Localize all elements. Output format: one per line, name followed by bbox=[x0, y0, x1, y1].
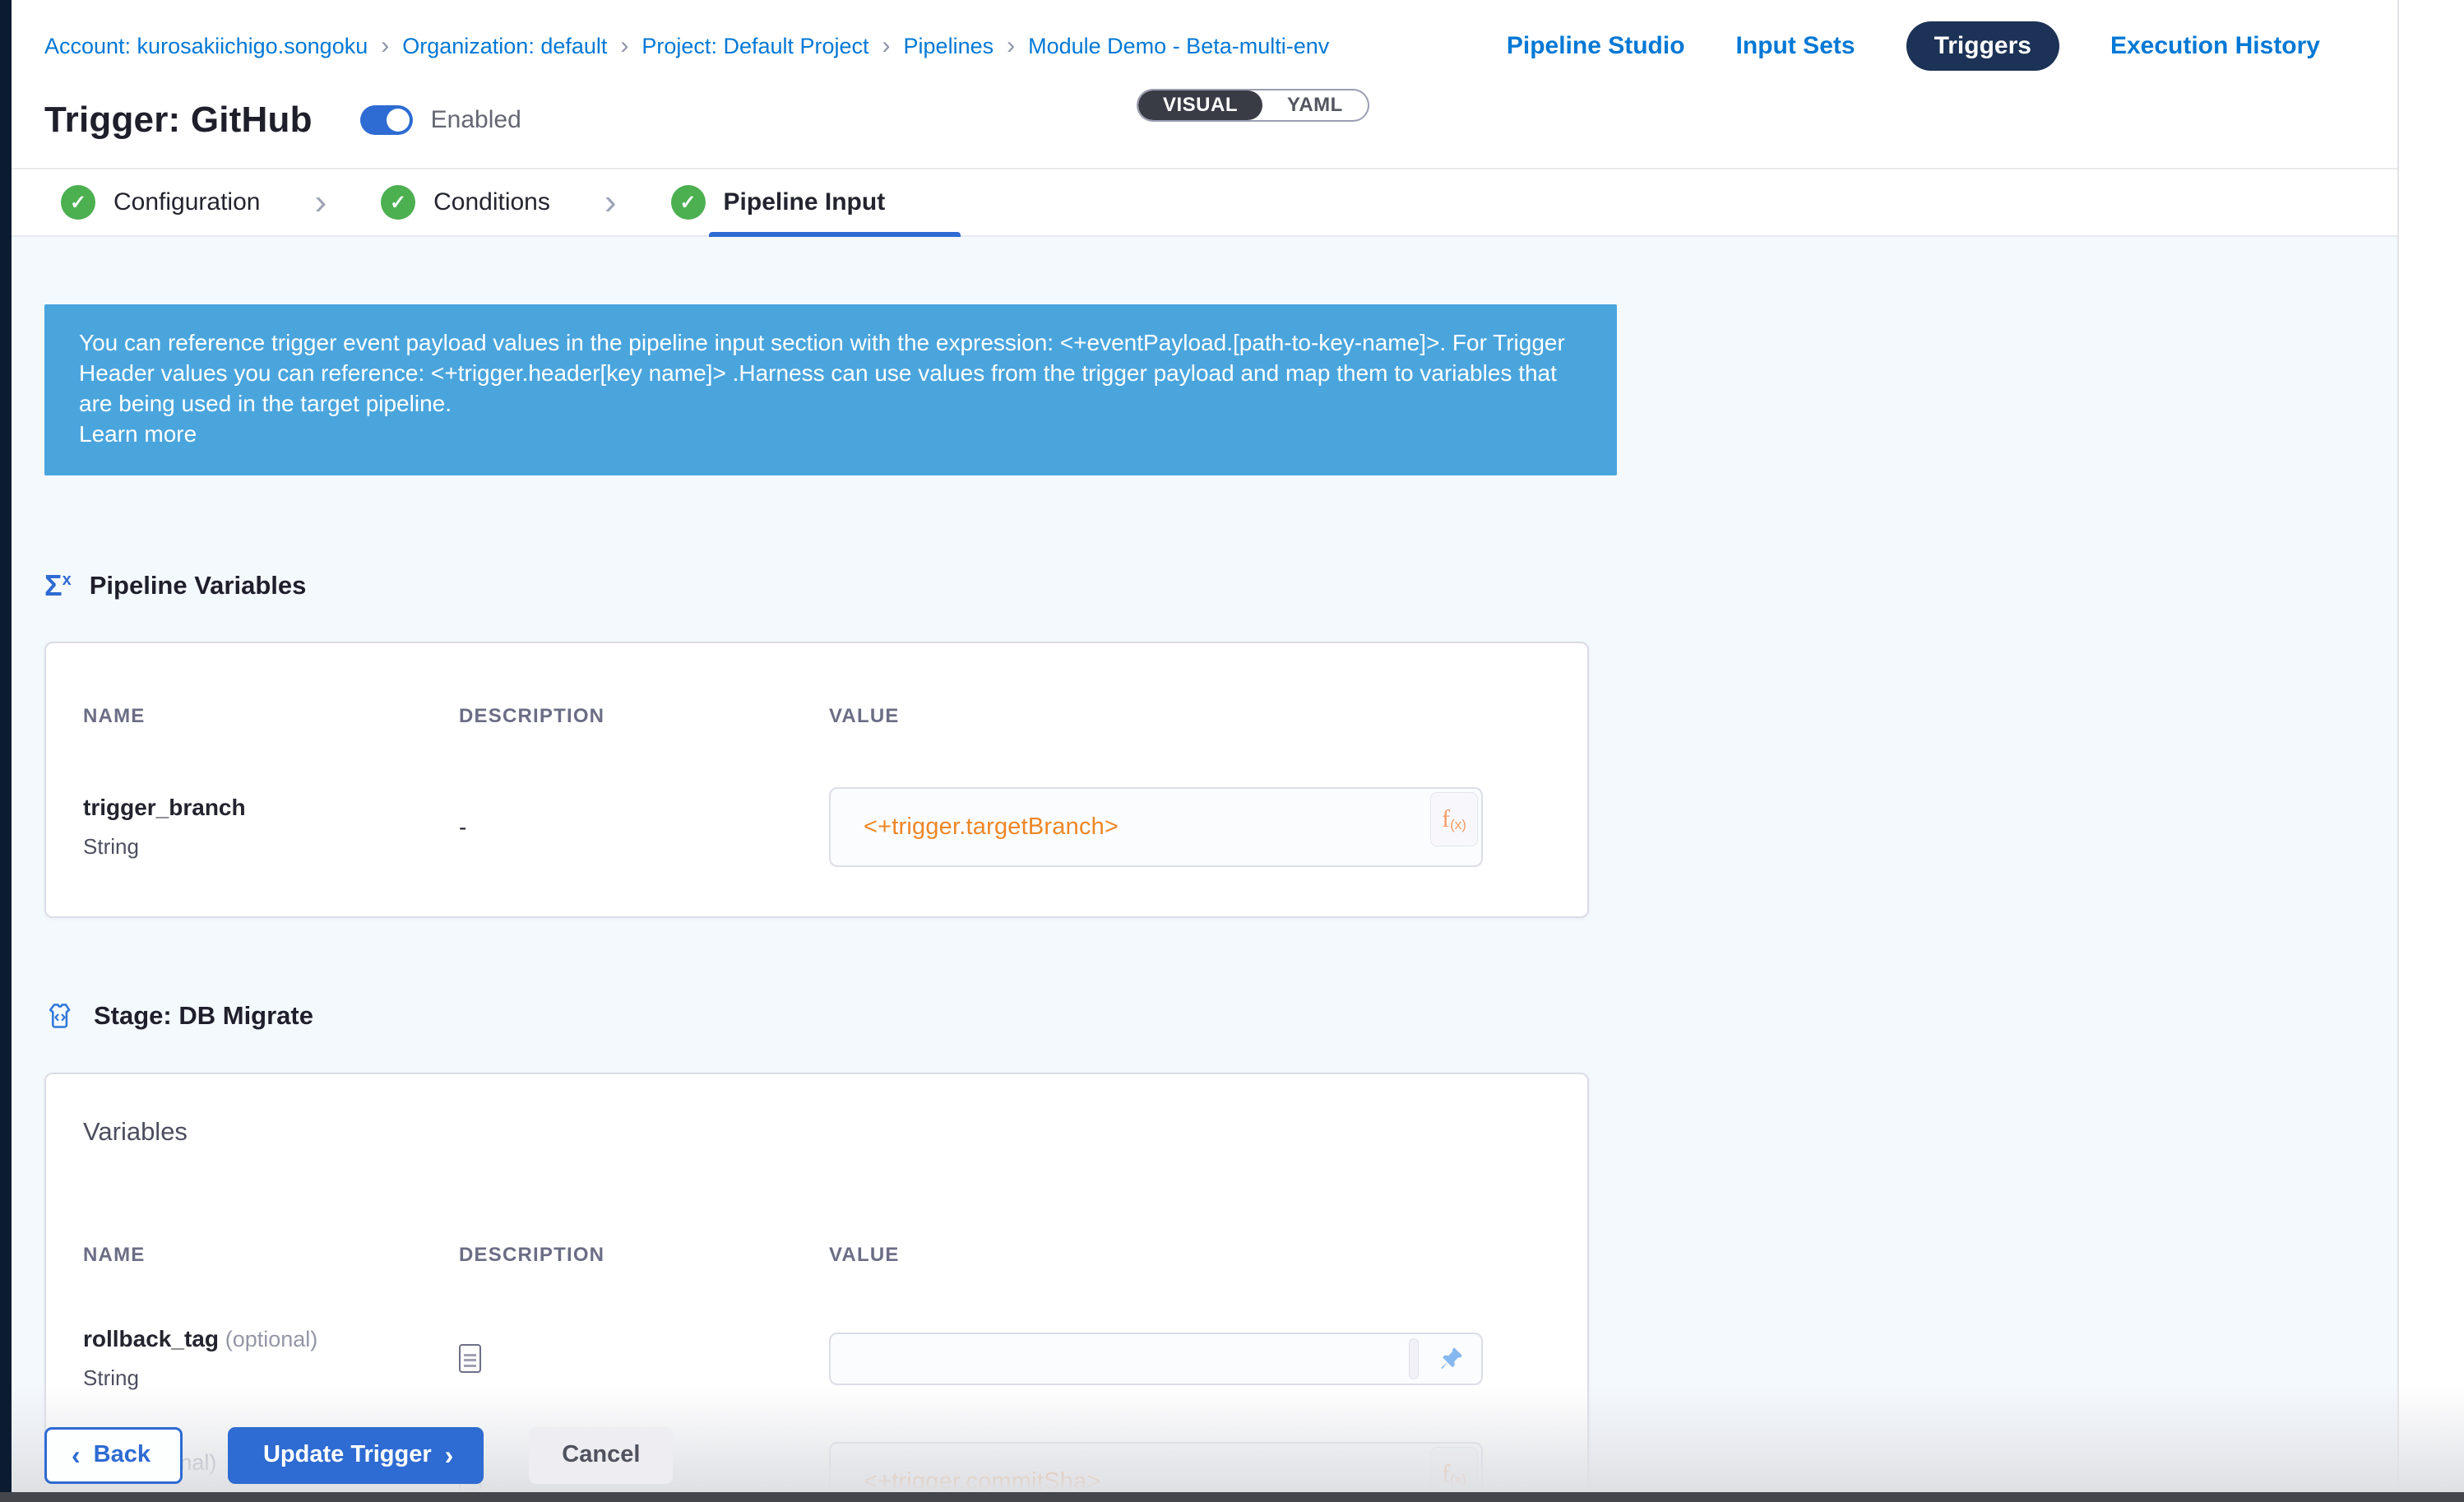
nav-triggers-active[interactable]: Triggers bbox=[1906, 21, 2059, 71]
enabled-label: Enabled bbox=[431, 106, 521, 134]
nav-execution-history[interactable]: Execution History bbox=[2110, 32, 2320, 60]
breadcrumb-project[interactable]: Project: Default Project bbox=[641, 34, 868, 59]
page-title: Trigger: GitHub bbox=[44, 100, 313, 141]
column-description: DESCRIPTION bbox=[459, 705, 829, 728]
pipeline-variables-section-header: Σx Pipeline Variables bbox=[44, 571, 2397, 600]
wizard-footer: ‹ Back Update Trigger › Cancel bbox=[44, 1427, 673, 1484]
tab-pipeline-input[interactable]: ✓ Pipeline Input bbox=[671, 185, 886, 220]
chevron-right-icon: › bbox=[445, 1442, 454, 1468]
nav-pipeline-studio[interactable]: Pipeline Studio bbox=[1507, 32, 1685, 60]
update-trigger-button[interactable]: Update Trigger › bbox=[228, 1427, 484, 1484]
breadcrumb-separator: › bbox=[1007, 34, 1015, 58]
cancel-label: Cancel bbox=[562, 1441, 640, 1468]
variable-type: String bbox=[83, 834, 459, 860]
breadcrumb: Account: kurosakiichigo.songoku › Organi… bbox=[44, 34, 1329, 59]
pin-icon bbox=[1437, 1345, 1465, 1373]
pipeline-section-nav: Pipeline Studio Input Sets Triggers Exec… bbox=[1507, 21, 2320, 71]
variable-type: String bbox=[83, 1365, 459, 1391]
variable-name: trigger_branch bbox=[83, 795, 459, 821]
breadcrumb-separator: › bbox=[882, 34, 891, 58]
conditions-label: Conditions bbox=[433, 188, 550, 216]
tab-conditions[interactable]: ✓ Conditions bbox=[381, 185, 550, 220]
wizard-tabbar: ✓ Configuration › ✓ Conditions › ✓ Pipel… bbox=[12, 168, 2397, 237]
update-trigger-label: Update Trigger bbox=[263, 1441, 432, 1468]
rollback-tag-value-field bbox=[829, 1333, 1483, 1385]
visual-yaml-toggle: VISUAL YAML bbox=[1137, 89, 1369, 122]
trigger-branch-value-input[interactable]: <+trigger.targetBranch> f(x) bbox=[829, 787, 1483, 867]
optional-label: (optional) bbox=[225, 1327, 318, 1351]
column-description: DESCRIPTION bbox=[459, 1244, 829, 1267]
pipeline-input-panel: You can reference trigger event payload … bbox=[12, 237, 2397, 1502]
visual-tab[interactable]: VISUAL bbox=[1138, 90, 1262, 120]
page-header: Account: kurosakiichigo.songoku › Organi… bbox=[12, 0, 2397, 145]
fx-icon: f bbox=[1442, 1460, 1450, 1488]
collapsed-side-nav[interactable] bbox=[0, 0, 12, 1502]
trigger-page: Account: kurosakiichigo.songoku › Organi… bbox=[12, 0, 2399, 1502]
table-row: trigger_branch String - <+trigger.target… bbox=[83, 787, 1550, 867]
pipeline-input-label: Pipeline Input bbox=[724, 188, 886, 216]
pin-button[interactable] bbox=[1425, 1337, 1476, 1380]
pipeline-variables-table-header: NAME DESCRIPTION VALUE bbox=[83, 705, 1550, 728]
stage-heading: Stage: DB Migrate bbox=[94, 1001, 313, 1031]
chevron-right-icon: › bbox=[604, 184, 617, 220]
yaml-tab[interactable]: YAML bbox=[1262, 90, 1368, 120]
info-banner: You can reference trigger event payload … bbox=[44, 304, 1617, 475]
variables-card-title: Variables bbox=[83, 1117, 1550, 1147]
breadcrumb-pipeline-name[interactable]: Module Demo - Beta-multi-env bbox=[1028, 34, 1329, 59]
tab-configuration[interactable]: ✓ Configuration bbox=[61, 185, 260, 220]
toggle-knob bbox=[387, 109, 410, 132]
breadcrumb-pipelines[interactable]: Pipelines bbox=[904, 34, 994, 59]
pipeline-variables-heading: Pipeline Variables bbox=[90, 571, 307, 600]
stage-icon bbox=[44, 1000, 76, 1031]
column-name: NAME bbox=[83, 705, 459, 728]
chevron-left-icon: ‹ bbox=[72, 1442, 81, 1468]
rollback-tag-value-input[interactable] bbox=[829, 1333, 1483, 1385]
bottom-window-edge bbox=[0, 1492, 2464, 1502]
input-divider bbox=[1409, 1338, 1419, 1379]
pipeline-variables-icon: Σx bbox=[44, 571, 72, 600]
chevron-right-icon: › bbox=[314, 184, 327, 220]
pipeline-input-check-icon: ✓ bbox=[671, 185, 706, 220]
breadcrumb-separator: › bbox=[620, 34, 628, 58]
configuration-label: Configuration bbox=[113, 188, 260, 216]
table-row: rollback_tag (optional) String bbox=[83, 1326, 1550, 1391]
expression-fx-button[interactable]: f(x) bbox=[1430, 792, 1478, 846]
stage-section-header: Stage: DB Migrate bbox=[44, 1000, 2397, 1031]
fx-sub-icon: (x) bbox=[1450, 1472, 1466, 1488]
conditions-check-icon: ✓ bbox=[381, 185, 415, 220]
variable-description: - bbox=[459, 814, 466, 840]
info-banner-text: You can reference trigger event payload … bbox=[79, 330, 1565, 416]
description-tooltip-icon[interactable] bbox=[459, 1344, 481, 1373]
breadcrumb-account[interactable]: Account: kurosakiichigo.songoku bbox=[44, 34, 368, 59]
column-value: VALUE bbox=[829, 1244, 1550, 1267]
expression-value: <+trigger.targetBranch> bbox=[864, 814, 1119, 841]
configuration-check-icon: ✓ bbox=[61, 185, 95, 220]
column-value: VALUE bbox=[829, 705, 1550, 728]
enabled-toggle[interactable] bbox=[360, 105, 413, 135]
breadcrumb-organization[interactable]: Organization: default bbox=[402, 34, 607, 59]
back-button[interactable]: ‹ Back bbox=[44, 1427, 183, 1484]
breadcrumb-separator: › bbox=[381, 34, 389, 58]
learn-more-link[interactable]: Learn more bbox=[79, 419, 1582, 449]
fx-icon: f bbox=[1442, 805, 1450, 833]
variable-name: rollback_tag (optional) bbox=[83, 1326, 459, 1352]
fx-sub-icon: (x) bbox=[1450, 817, 1466, 833]
nav-input-sets[interactable]: Input Sets bbox=[1736, 32, 1855, 60]
stage-variables-table-header: NAME DESCRIPTION VALUE bbox=[83, 1244, 1550, 1267]
pipeline-variables-card: NAME DESCRIPTION VALUE trigger_branch St… bbox=[44, 642, 1589, 918]
cancel-button[interactable]: Cancel bbox=[529, 1427, 673, 1484]
back-label: Back bbox=[94, 1441, 151, 1468]
column-name: NAME bbox=[83, 1244, 459, 1267]
